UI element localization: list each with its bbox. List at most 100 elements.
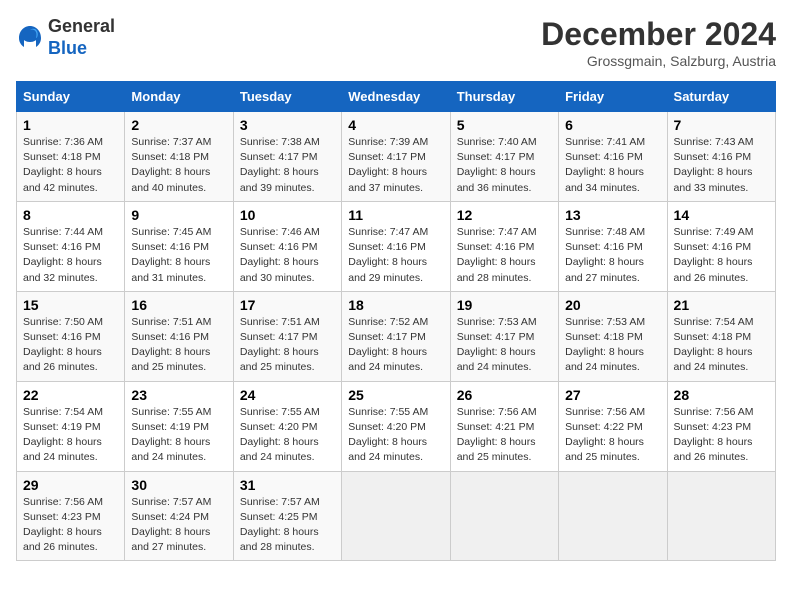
calendar-cell: 25Sunrise: 7:55 AMSunset: 4:20 PMDayligh… [342, 381, 450, 471]
month-title: December 2024 [541, 16, 776, 53]
calendar-week-row: 1 Sunrise: 7:36 AMSunset: 4:18 PMDaylight… [17, 112, 776, 202]
day-detail: Sunrise: 7:51 AMSunset: 4:17 PMDaylight:… [240, 315, 335, 376]
day-number: 1 [23, 117, 118, 133]
calendar-cell: 21Sunrise: 7:54 AMSunset: 4:18 PMDayligh… [667, 291, 775, 381]
day-detail: Sunrise: 7:57 AMSunset: 4:24 PMDaylight:… [131, 495, 226, 556]
day-number: 20 [565, 297, 660, 313]
day-detail: Sunrise: 7:55 AMSunset: 4:20 PMDaylight:… [240, 405, 335, 466]
calendar-cell: 15Sunrise: 7:50 AMSunset: 4:16 PMDayligh… [17, 291, 125, 381]
calendar-header-row: SundayMondayTuesdayWednesdayThursdayFrid… [17, 82, 776, 112]
calendar-cell: 6 Sunrise: 7:41 AMSunset: 4:16 PMDaylight… [559, 112, 667, 202]
calendar-cell: 20Sunrise: 7:53 AMSunset: 4:18 PMDayligh… [559, 291, 667, 381]
calendar-cell: 23Sunrise: 7:55 AMSunset: 4:19 PMDayligh… [125, 381, 233, 471]
day-detail: Sunrise: 7:37 AMSunset: 4:18 PMDaylight:… [131, 135, 226, 196]
calendar-cell: 4 Sunrise: 7:39 AMSunset: 4:17 PMDaylight… [342, 112, 450, 202]
calendar-cell: 2Sunrise: 7:37 AMSunset: 4:18 PMDaylight… [125, 112, 233, 202]
calendar-cell [559, 471, 667, 561]
calendar-table: SundayMondayTuesdayWednesdayThursdayFrid… [16, 81, 776, 561]
calendar-cell: 12Sunrise: 7:47 AMSunset: 4:16 PMDayligh… [450, 201, 558, 291]
day-number: 15 [23, 297, 118, 313]
day-detail: Sunrise: 7:55 AMSunset: 4:20 PMDaylight:… [348, 405, 443, 466]
day-number: 6 [565, 117, 660, 133]
calendar-cell [342, 471, 450, 561]
day-detail: Sunrise: 7:41 AMSunset: 4:16 PMDaylight:… [565, 135, 660, 196]
calendar-cell: 1 Sunrise: 7:36 AMSunset: 4:18 PMDaylight… [17, 112, 125, 202]
calendar-cell: 8Sunrise: 7:44 AMSunset: 4:16 PMDaylight… [17, 201, 125, 291]
calendar-weekday-sunday: Sunday [17, 82, 125, 112]
calendar-cell: 18Sunrise: 7:52 AMSunset: 4:17 PMDayligh… [342, 291, 450, 381]
calendar-cell: 11 Sunrise: 7:47 AMSunset: 4:16 PMDayligh… [342, 201, 450, 291]
day-number: 11 [348, 207, 443, 223]
calendar-cell [667, 471, 775, 561]
day-detail: Sunrise: 7:57 AMSunset: 4:25 PMDaylight:… [240, 495, 335, 556]
day-detail: Sunrise: 7:52 AMSunset: 4:17 PMDaylight:… [348, 315, 443, 376]
day-number: 5 [457, 117, 552, 133]
logo: General Blue [16, 16, 115, 59]
logo-text: General Blue [48, 16, 115, 59]
calendar-cell: 29 Sunrise: 7:56 AMSunset: 4:23 PMDayligh… [17, 471, 125, 561]
day-detail: Sunrise: 7:54 AMSunset: 4:19 PMDaylight:… [23, 405, 118, 466]
calendar-cell: 28 Sunrise: 7:56 AMSunset: 4:23 PMDayligh… [667, 381, 775, 471]
calendar-cell: 30Sunrise: 7:57 AMSunset: 4:24 PMDayligh… [125, 471, 233, 561]
calendar-cell: 5Sunrise: 7:40 AMSunset: 4:17 PMDaylight… [450, 112, 558, 202]
header: General Blue December 2024 Grossgmain, S… [16, 16, 776, 69]
calendar-cell: 27Sunrise: 7:56 AMSunset: 4:22 PMDayligh… [559, 381, 667, 471]
calendar-cell: 16 Sunrise: 7:51 AMSunset: 4:16 PMDayligh… [125, 291, 233, 381]
calendar-weekday-saturday: Saturday [667, 82, 775, 112]
day-number: 22 [23, 387, 118, 403]
day-detail: Sunrise: 7:49 AMSunset: 4:16 PMDaylight:… [674, 225, 769, 286]
calendar-cell: 13Sunrise: 7:48 AMSunset: 4:16 PMDayligh… [559, 201, 667, 291]
calendar-cell: 17Sunrise: 7:51 AMSunset: 4:17 PMDayligh… [233, 291, 341, 381]
calendar-cell: 7Sunrise: 7:43 AMSunset: 4:16 PMDaylight… [667, 112, 775, 202]
calendar-week-row: 8Sunrise: 7:44 AMSunset: 4:16 PMDaylight… [17, 201, 776, 291]
day-number: 23 [131, 387, 226, 403]
calendar-cell: 26Sunrise: 7:56 AMSunset: 4:21 PMDayligh… [450, 381, 558, 471]
day-number: 27 [565, 387, 660, 403]
day-number: 24 [240, 387, 335, 403]
calendar-cell: 14Sunrise: 7:49 AMSunset: 4:16 PMDayligh… [667, 201, 775, 291]
logo-blue-text: Blue [48, 38, 87, 58]
calendar-cell: 31 Sunrise: 7:57 AMSunset: 4:25 PMDayligh… [233, 471, 341, 561]
calendar-header: SundayMondayTuesdayWednesdayThursdayFrid… [17, 82, 776, 112]
day-detail: Sunrise: 7:51 AMSunset: 4:16 PMDaylight:… [131, 315, 226, 376]
calendar-week-row: 29 Sunrise: 7:56 AMSunset: 4:23 PMDayligh… [17, 471, 776, 561]
calendar-cell: 22 Sunrise: 7:54 AMSunset: 4:19 PMDayligh… [17, 381, 125, 471]
day-detail: Sunrise: 7:47 AMSunset: 4:16 PMDaylight:… [348, 225, 443, 286]
calendar-cell: 3Sunrise: 7:38 AMSunset: 4:17 PMDaylight… [233, 112, 341, 202]
day-number: 21 [674, 297, 769, 313]
location: Grossgmain, Salzburg, Austria [541, 53, 776, 69]
calendar-body: 1 Sunrise: 7:36 AMSunset: 4:18 PMDaylight… [17, 112, 776, 561]
day-detail: Sunrise: 7:36 AMSunset: 4:18 PMDaylight:… [23, 135, 118, 196]
day-number: 9 [131, 207, 226, 223]
logo-general-text: General [48, 16, 115, 36]
calendar-week-row: 22 Sunrise: 7:54 AMSunset: 4:19 PMDayligh… [17, 381, 776, 471]
calendar-cell: 19 Sunrise: 7:53 AMSunset: 4:17 PMDayligh… [450, 291, 558, 381]
day-detail: Sunrise: 7:48 AMSunset: 4:16 PMDaylight:… [565, 225, 660, 286]
day-number: 12 [457, 207, 552, 223]
calendar-weekday-tuesday: Tuesday [233, 82, 341, 112]
calendar-cell: 24 Sunrise: 7:55 AMSunset: 4:20 PMDayligh… [233, 381, 341, 471]
day-detail: Sunrise: 7:44 AMSunset: 4:16 PMDaylight:… [23, 225, 118, 286]
day-detail: Sunrise: 7:56 AMSunset: 4:23 PMDaylight:… [674, 405, 769, 466]
day-number: 28 [674, 387, 769, 403]
calendar-cell [450, 471, 558, 561]
day-detail: Sunrise: 7:56 AMSunset: 4:23 PMDaylight:… [23, 495, 118, 556]
calendar-cell: 9Sunrise: 7:45 AMSunset: 4:16 PMDaylight… [125, 201, 233, 291]
day-detail: Sunrise: 7:56 AMSunset: 4:21 PMDaylight:… [457, 405, 552, 466]
calendar-cell: 10Sunrise: 7:46 AMSunset: 4:16 PMDayligh… [233, 201, 341, 291]
day-number: 16 [131, 297, 226, 313]
day-detail: Sunrise: 7:39 AMSunset: 4:17 PMDaylight:… [348, 135, 443, 196]
day-number: 19 [457, 297, 552, 313]
calendar-weekday-wednesday: Wednesday [342, 82, 450, 112]
calendar-weekday-monday: Monday [125, 82, 233, 112]
calendar-week-row: 15Sunrise: 7:50 AMSunset: 4:16 PMDayligh… [17, 291, 776, 381]
title-area: December 2024 Grossgmain, Salzburg, Aust… [541, 16, 776, 69]
day-detail: Sunrise: 7:53 AMSunset: 4:17 PMDaylight:… [457, 315, 552, 376]
calendar-weekday-thursday: Thursday [450, 82, 558, 112]
day-number: 29 [23, 477, 118, 493]
day-number: 3 [240, 117, 335, 133]
day-detail: Sunrise: 7:46 AMSunset: 4:16 PMDaylight:… [240, 225, 335, 286]
logo-icon [16, 24, 44, 52]
day-number: 31 [240, 477, 335, 493]
day-number: 4 [348, 117, 443, 133]
